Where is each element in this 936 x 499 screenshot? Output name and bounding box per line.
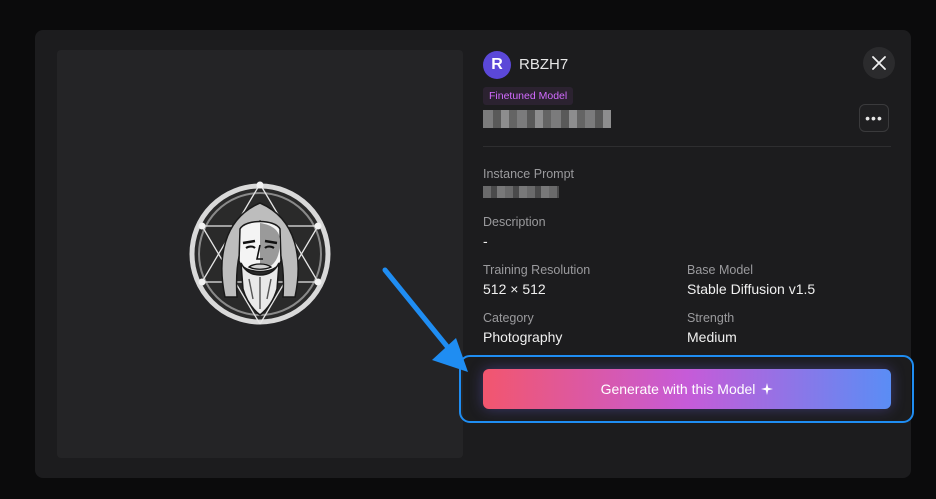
model-details-modal: R RBZH7 Finetuned Model ••• Instance Pro…	[35, 30, 911, 478]
instance-prompt-label: Instance Prompt	[483, 167, 575, 181]
more-options-button[interactable]: •••	[859, 104, 889, 132]
training-resolution-label: Training Resolution	[483, 263, 591, 277]
base-model-label: Base Model	[687, 263, 754, 277]
strength-label: Strength	[687, 311, 735, 325]
username: RBZH7	[519, 56, 569, 73]
user-avatar: R	[483, 51, 511, 79]
blue-arrow-annotation-icon	[382, 267, 468, 372]
bearded-man-logo-icon	[189, 181, 331, 325]
divider	[483, 146, 891, 147]
more-horizontal-icon: •••	[865, 110, 883, 126]
description-label: Description	[483, 215, 546, 229]
model-preview-image	[57, 50, 463, 458]
training-resolution-value: 512 × 512	[483, 281, 546, 297]
generate-with-model-button[interactable]: Generate with this Model	[483, 369, 891, 409]
category-value: Photography	[483, 329, 563, 345]
close-icon	[872, 56, 886, 70]
description-value: -	[483, 233, 488, 249]
blurred-model-name	[483, 110, 611, 128]
blurred-instance-prompt	[483, 186, 559, 198]
sparkle-icon	[761, 383, 774, 395]
finetuned-model-badge: Finetuned Model	[483, 87, 574, 105]
strength-value: Medium	[687, 329, 737, 345]
close-button[interactable]	[863, 47, 895, 79]
category-label: Category	[483, 311, 534, 325]
base-model-value: Stable Diffusion v1.5	[687, 281, 816, 297]
generate-button-label: Generate with this Model	[600, 381, 756, 397]
